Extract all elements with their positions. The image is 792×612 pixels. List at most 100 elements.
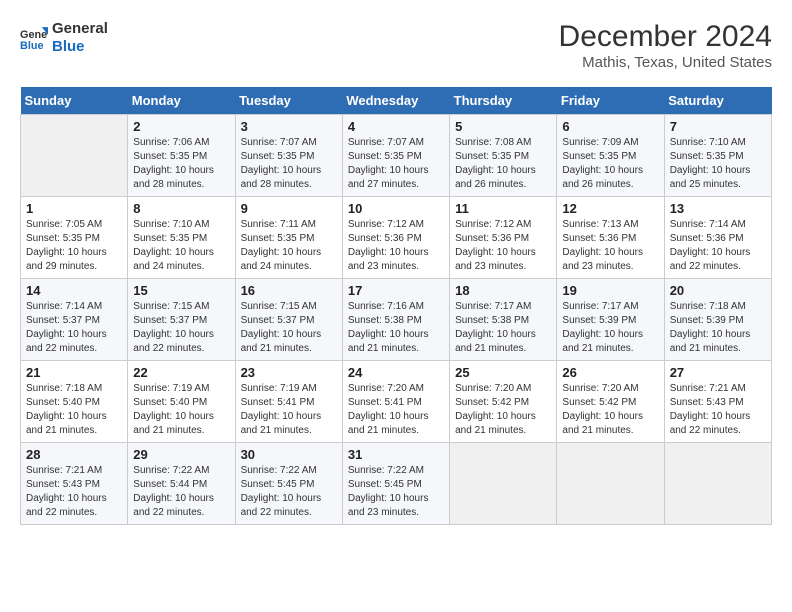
day-info: Sunrise: 7:20 AM Sunset: 5:41 PM Dayligh… xyxy=(348,382,444,438)
calendar-cell: 12 Sunrise: 7:13 AM Sunset: 5:36 PM Dayl… xyxy=(557,197,664,279)
header-wednesday: Wednesday xyxy=(342,87,449,115)
day-number: 22 xyxy=(133,365,229,380)
day-info: Sunrise: 7:08 AM Sunset: 5:35 PM Dayligh… xyxy=(455,136,551,192)
calendar-cell xyxy=(21,115,128,197)
day-number: 23 xyxy=(241,365,337,380)
day-number: 17 xyxy=(348,283,444,298)
calendar-cell: 7 Sunrise: 7:10 AM Sunset: 5:35 PM Dayli… xyxy=(664,115,771,197)
day-info: Sunrise: 7:20 AM Sunset: 5:42 PM Dayligh… xyxy=(562,382,658,438)
day-info: Sunrise: 7:13 AM Sunset: 5:36 PM Dayligh… xyxy=(562,218,658,274)
day-info: Sunrise: 7:14 AM Sunset: 5:36 PM Dayligh… xyxy=(670,218,766,274)
day-number: 15 xyxy=(133,283,229,298)
header-tuesday: Tuesday xyxy=(235,87,342,115)
day-number: 30 xyxy=(241,447,337,462)
calendar-cell xyxy=(664,443,771,525)
day-number: 28 xyxy=(26,447,122,462)
header-sunday: Sunday xyxy=(21,87,128,115)
calendar-cell: 13 Sunrise: 7:14 AM Sunset: 5:36 PM Dayl… xyxy=(664,197,771,279)
day-number: 25 xyxy=(455,365,551,380)
calendar-cell: 9 Sunrise: 7:11 AM Sunset: 5:35 PM Dayli… xyxy=(235,197,342,279)
day-number: 16 xyxy=(241,283,337,298)
calendar-cell: 29 Sunrise: 7:22 AM Sunset: 5:44 PM Dayl… xyxy=(128,443,235,525)
day-info: Sunrise: 7:12 AM Sunset: 5:36 PM Dayligh… xyxy=(455,218,551,274)
calendar-cell: 22 Sunrise: 7:19 AM Sunset: 5:40 PM Dayl… xyxy=(128,361,235,443)
day-info: Sunrise: 7:21 AM Sunset: 5:43 PM Dayligh… xyxy=(670,382,766,438)
calendar-cell: 16 Sunrise: 7:15 AM Sunset: 5:37 PM Dayl… xyxy=(235,279,342,361)
day-info: Sunrise: 7:17 AM Sunset: 5:39 PM Dayligh… xyxy=(562,300,658,356)
calendar-title: December 2024 xyxy=(559,20,772,54)
header-saturday: Saturday xyxy=(664,87,771,115)
calendar-cell xyxy=(450,443,557,525)
day-number: 14 xyxy=(26,283,122,298)
calendar-cell: 4 Sunrise: 7:07 AM Sunset: 5:35 PM Dayli… xyxy=(342,115,449,197)
day-info: Sunrise: 7:10 AM Sunset: 5:35 PM Dayligh… xyxy=(670,136,766,192)
calendar-cell: 3 Sunrise: 7:07 AM Sunset: 5:35 PM Dayli… xyxy=(235,115,342,197)
calendar-cell xyxy=(557,443,664,525)
header-friday: Friday xyxy=(557,87,664,115)
days-header-row: Sunday Monday Tuesday Wednesday Thursday… xyxy=(21,87,772,115)
day-info: Sunrise: 7:07 AM Sunset: 5:35 PM Dayligh… xyxy=(348,136,444,192)
day-number: 21 xyxy=(26,365,122,380)
day-info: Sunrise: 7:18 AM Sunset: 5:40 PM Dayligh… xyxy=(26,382,122,438)
day-info: Sunrise: 7:10 AM Sunset: 5:35 PM Dayligh… xyxy=(133,218,229,274)
calendar-cell: 17 Sunrise: 7:16 AM Sunset: 5:38 PM Dayl… xyxy=(342,279,449,361)
day-number: 2 xyxy=(133,119,229,134)
calendar-cell: 27 Sunrise: 7:21 AM Sunset: 5:43 PM Dayl… xyxy=(664,361,771,443)
day-number: 27 xyxy=(670,365,766,380)
calendar-cell: 5 Sunrise: 7:08 AM Sunset: 5:35 PM Dayli… xyxy=(450,115,557,197)
day-number: 18 xyxy=(455,283,551,298)
calendar-cell: 31 Sunrise: 7:22 AM Sunset: 5:45 PM Dayl… xyxy=(342,443,449,525)
day-info: Sunrise: 7:22 AM Sunset: 5:45 PM Dayligh… xyxy=(241,464,337,520)
day-number: 6 xyxy=(562,119,658,134)
day-info: Sunrise: 7:22 AM Sunset: 5:45 PM Dayligh… xyxy=(348,464,444,520)
day-info: Sunrise: 7:18 AM Sunset: 5:39 PM Dayligh… xyxy=(670,300,766,356)
day-info: Sunrise: 7:07 AM Sunset: 5:35 PM Dayligh… xyxy=(241,136,337,192)
calendar-cell: 21 Sunrise: 7:18 AM Sunset: 5:40 PM Dayl… xyxy=(21,361,128,443)
calendar-cell: 14 Sunrise: 7:14 AM Sunset: 5:37 PM Dayl… xyxy=(21,279,128,361)
day-number: 3 xyxy=(241,119,337,134)
day-info: Sunrise: 7:06 AM Sunset: 5:35 PM Dayligh… xyxy=(133,136,229,192)
calendar-week-row: 28 Sunrise: 7:21 AM Sunset: 5:43 PM Dayl… xyxy=(21,443,772,525)
day-number: 26 xyxy=(562,365,658,380)
calendar-cell: 15 Sunrise: 7:15 AM Sunset: 5:37 PM Dayl… xyxy=(128,279,235,361)
day-number: 19 xyxy=(562,283,658,298)
calendar-cell: 25 Sunrise: 7:20 AM Sunset: 5:42 PM Dayl… xyxy=(450,361,557,443)
day-info: Sunrise: 7:17 AM Sunset: 5:38 PM Dayligh… xyxy=(455,300,551,356)
calendar-cell: 11 Sunrise: 7:12 AM Sunset: 5:36 PM Dayl… xyxy=(450,197,557,279)
calendar-subtitle: Mathis, Texas, United States xyxy=(559,54,772,71)
day-info: Sunrise: 7:12 AM Sunset: 5:36 PM Dayligh… xyxy=(348,218,444,274)
day-number: 10 xyxy=(348,201,444,216)
calendar-week-row: 2 Sunrise: 7:06 AM Sunset: 5:35 PM Dayli… xyxy=(21,115,772,197)
day-number: 12 xyxy=(562,201,658,216)
day-number: 24 xyxy=(348,365,444,380)
calendar-week-row: 1 Sunrise: 7:05 AM Sunset: 5:35 PM Dayli… xyxy=(21,197,772,279)
day-number: 4 xyxy=(348,119,444,134)
day-info: Sunrise: 7:14 AM Sunset: 5:37 PM Dayligh… xyxy=(26,300,122,356)
day-number: 8 xyxy=(133,201,229,216)
day-number: 9 xyxy=(241,201,337,216)
day-number: 1 xyxy=(26,201,122,216)
logo-line2: Blue xyxy=(52,38,108,56)
calendar-cell: 23 Sunrise: 7:19 AM Sunset: 5:41 PM Dayl… xyxy=(235,361,342,443)
day-info: Sunrise: 7:19 AM Sunset: 5:40 PM Dayligh… xyxy=(133,382,229,438)
calendar-cell: 30 Sunrise: 7:22 AM Sunset: 5:45 PM Dayl… xyxy=(235,443,342,525)
logo-line1: General xyxy=(52,20,108,38)
day-info: Sunrise: 7:09 AM Sunset: 5:35 PM Dayligh… xyxy=(562,136,658,192)
calendar-cell: 18 Sunrise: 7:17 AM Sunset: 5:38 PM Dayl… xyxy=(450,279,557,361)
logo: General Blue General Blue xyxy=(20,20,108,56)
calendar-cell: 10 Sunrise: 7:12 AM Sunset: 5:36 PM Dayl… xyxy=(342,197,449,279)
calendar-cell: 28 Sunrise: 7:21 AM Sunset: 5:43 PM Dayl… xyxy=(21,443,128,525)
calendar-cell: 26 Sunrise: 7:20 AM Sunset: 5:42 PM Dayl… xyxy=(557,361,664,443)
calendar-cell: 2 Sunrise: 7:06 AM Sunset: 5:35 PM Dayli… xyxy=(128,115,235,197)
day-number: 7 xyxy=(670,119,766,134)
calendar-week-row: 21 Sunrise: 7:18 AM Sunset: 5:40 PM Dayl… xyxy=(21,361,772,443)
day-number: 11 xyxy=(455,201,551,216)
calendar-cell: 1 Sunrise: 7:05 AM Sunset: 5:35 PM Dayli… xyxy=(21,197,128,279)
day-info: Sunrise: 7:22 AM Sunset: 5:44 PM Dayligh… xyxy=(133,464,229,520)
day-info: Sunrise: 7:05 AM Sunset: 5:35 PM Dayligh… xyxy=(26,218,122,274)
day-info: Sunrise: 7:11 AM Sunset: 5:35 PM Dayligh… xyxy=(241,218,337,274)
day-number: 13 xyxy=(670,201,766,216)
day-info: Sunrise: 7:15 AM Sunset: 5:37 PM Dayligh… xyxy=(133,300,229,356)
day-number: 31 xyxy=(348,447,444,462)
day-info: Sunrise: 7:15 AM Sunset: 5:37 PM Dayligh… xyxy=(241,300,337,356)
